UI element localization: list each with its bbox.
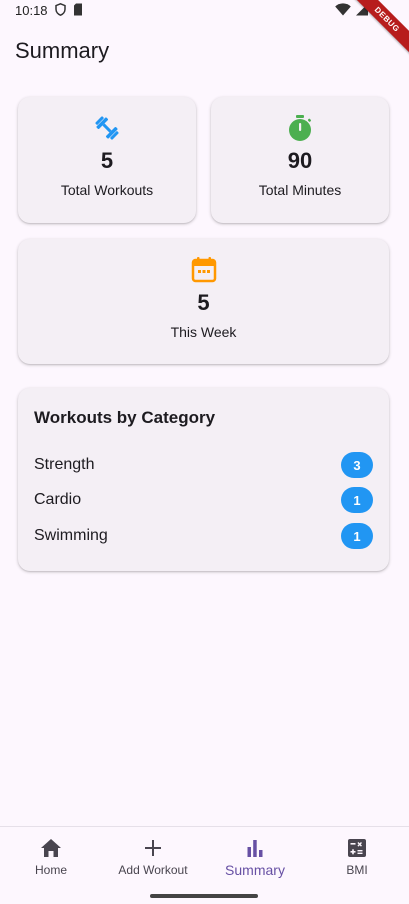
calendar-icon	[190, 256, 218, 284]
status-left-icons	[55, 3, 83, 16]
category-count-badge: 3	[341, 452, 373, 478]
category-name: Cardio	[34, 491, 82, 508]
category-name: Strength	[34, 456, 95, 473]
total-workouts-label: Total Workouts	[60, 182, 154, 198]
home-indicator[interactable]	[150, 894, 258, 898]
nav-item-home[interactable]: Home	[0, 827, 102, 887]
nav-item-bmi[interactable]: BMI	[306, 827, 408, 887]
category-name: Swimming	[34, 527, 108, 544]
nav-label-summary: Summary	[225, 862, 285, 878]
total-minutes-value: 90	[287, 148, 313, 173]
plus-icon	[144, 837, 162, 859]
total-workouts-card: 5 Total Workouts	[18, 97, 196, 223]
sim-card-icon	[74, 3, 82, 16]
calculator-icon	[347, 837, 367, 859]
dumbbell-icon	[92, 114, 122, 142]
total-minutes-label: Total Minutes	[258, 182, 342, 198]
shield-icon	[55, 3, 66, 16]
this-week-card: 5 This Week	[18, 239, 389, 364]
category-count-badge: 1	[341, 487, 373, 513]
nav-label-home: Home	[34, 863, 67, 877]
this-week-value: 5	[197, 290, 210, 315]
total-minutes-card: 90 Total Minutes	[211, 97, 389, 223]
nav-label-add-workout: Add Workout	[118, 863, 188, 877]
page-title: Summary	[15, 38, 110, 63]
timer-icon	[286, 114, 314, 142]
nav-label-bmi: BMI	[346, 863, 368, 877]
status-time: 10:18	[15, 3, 48, 18]
bottom-navigation: Home Add Workout Summary BMI	[0, 826, 409, 904]
this-week-label: This Week	[170, 324, 237, 340]
category-row-swimming: Swimming 1	[34, 523, 373, 549]
nav-item-summary[interactable]: Summary	[204, 827, 306, 887]
category-count-badge: 1	[341, 523, 373, 549]
category-row-cardio: Cardio 1	[34, 487, 373, 513]
workouts-by-category-card: Workouts by Category Strength 3 Cardio 1…	[18, 388, 389, 571]
category-row-strength: Strength 3	[34, 452, 373, 478]
total-workouts-value: 5	[100, 148, 114, 173]
summary-screen: 10:18 DEBUG Summary 5 Total Workouts 90 …	[0, 0, 409, 904]
bar-chart-icon	[246, 837, 264, 859]
category-card-title: Workouts by Category	[34, 408, 216, 427]
wifi-icon	[335, 3, 351, 16]
nav-item-add-workout[interactable]: Add Workout	[102, 827, 204, 887]
home-icon	[40, 837, 62, 859]
status-bar: 10:18 DEBUG	[0, 0, 409, 59]
